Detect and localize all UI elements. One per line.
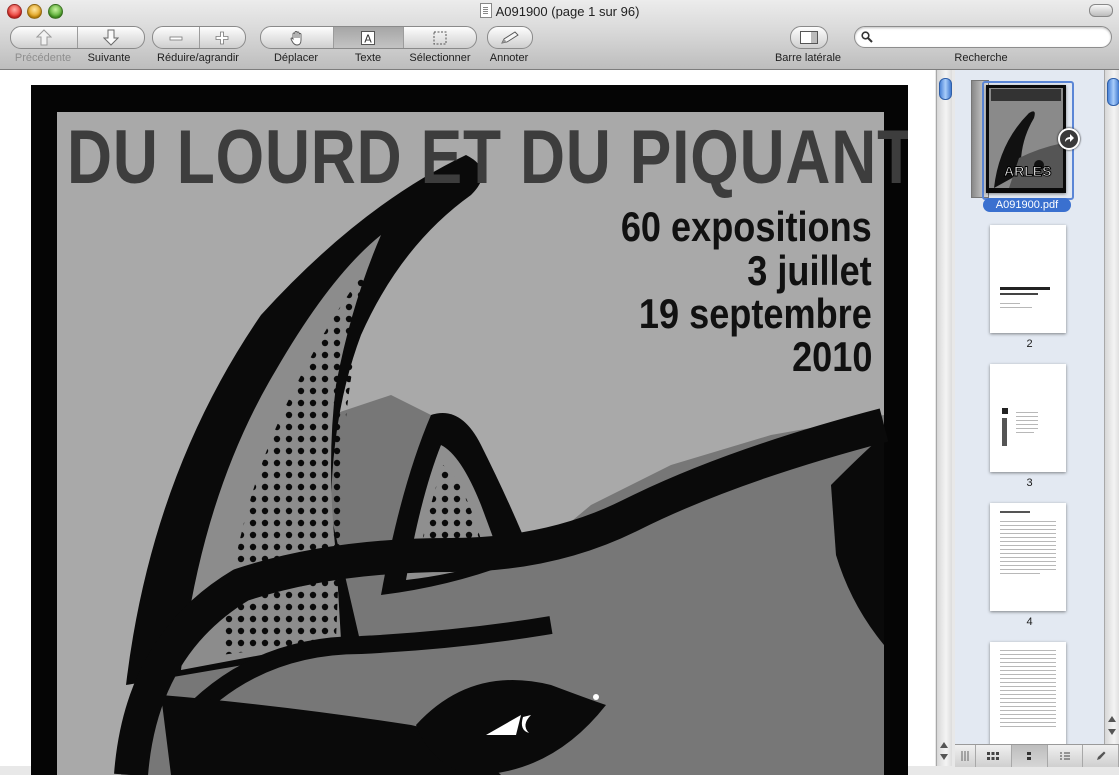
document-scrollbar[interactable] xyxy=(936,70,952,766)
thumbnail-page-1[interactable]: ARLES xyxy=(986,85,1066,193)
move-label: Déplacer xyxy=(273,52,319,64)
text-tool-button[interactable]: A xyxy=(332,27,404,48)
down-arrow-icon xyxy=(103,29,119,46)
grid-icon xyxy=(987,752,1000,760)
navigation-segment xyxy=(10,26,145,49)
pencil-icon xyxy=(501,30,519,44)
zoom-in-button[interactable] xyxy=(198,27,246,48)
zoom-segment xyxy=(152,26,246,49)
hand-icon xyxy=(290,30,302,45)
thumbnail-page-number: 4 xyxy=(1026,616,1033,628)
sidebar-scroll-down-icon[interactable] xyxy=(1108,729,1116,735)
annotate-button[interactable] xyxy=(487,26,533,49)
resize-grip-icon xyxy=(961,751,969,761)
poster-line-expositions: 60 expositions xyxy=(621,203,872,250)
sidebar-scroll-up-icon[interactable] xyxy=(1108,716,1116,722)
thumbnail-page-number: 3 xyxy=(1026,477,1033,489)
table-of-contents-view-button[interactable] xyxy=(1048,745,1084,767)
previous-label: Précédente xyxy=(14,52,72,64)
marquee-select-icon xyxy=(433,31,447,44)
next-label: Suivante xyxy=(87,52,131,64)
scroll-down-arrow-icon[interactable] xyxy=(940,754,948,760)
zoom-out-button[interactable] xyxy=(153,27,199,48)
thumbnail-brand-text: ARLES xyxy=(1003,163,1052,180)
sidebar-label: Barre latérale xyxy=(774,52,842,64)
window-title-area: A091900 (page 1 sur 96) xyxy=(0,3,1119,19)
thumbnails-icon xyxy=(1027,752,1032,760)
window-title: A091900 (page 1 sur 96) xyxy=(495,4,640,19)
sidebar-resize-handle[interactable] xyxy=(955,745,976,767)
up-arrow-icon xyxy=(36,29,52,46)
search-label: Recherche xyxy=(954,52,1008,64)
document-scroll-thumb[interactable] xyxy=(939,78,952,100)
thumbnail-page-5[interactable] xyxy=(990,642,1066,744)
thumbnail-poster-title-bar xyxy=(991,89,1061,101)
document-view[interactable]: DU LOURD ET DU PIQUANT 60 expositions 3 … xyxy=(0,70,935,775)
svg-text:A: A xyxy=(365,32,373,45)
next-page-button[interactable] xyxy=(77,27,144,48)
scroll-up-arrow-icon[interactable] xyxy=(940,742,948,748)
thumbnail-page-4[interactable] xyxy=(990,503,1066,611)
poster-line-end-date: 19 septembre xyxy=(639,290,872,337)
search-input[interactable] xyxy=(877,29,1106,46)
pdf-page-1: DU LOURD ET DU PIQUANT 60 expositions 3 … xyxy=(31,85,908,775)
previous-page-button[interactable] xyxy=(11,27,77,48)
poster-line-year: 2010 xyxy=(791,333,872,380)
list-icon xyxy=(1059,752,1070,760)
sidebar-view-bar xyxy=(955,744,1119,767)
sidebar-icon xyxy=(800,31,818,44)
selected-file-name: A091900.pdf xyxy=(983,198,1071,212)
move-tool-button[interactable] xyxy=(261,27,333,48)
select-label: Sélectionner xyxy=(409,52,471,64)
minus-icon xyxy=(169,36,183,40)
window-toolbar: A091900 (page 1 sur 96) Précédente Suiva… xyxy=(0,0,1119,70)
annotate-label: Annoter xyxy=(489,52,529,64)
sidebar-scroll-thumb[interactable] xyxy=(1107,78,1119,106)
thumbnail-view-button[interactable] xyxy=(1011,745,1048,767)
sidebar-toggle-button[interactable] xyxy=(790,26,828,49)
plus-icon xyxy=(215,31,229,44)
select-tool-button[interactable] xyxy=(403,27,476,48)
tool-mode-segment: A xyxy=(260,26,477,49)
poster-line-start-date: 3 juillet xyxy=(747,247,872,294)
annotations-view-button[interactable] xyxy=(1083,745,1119,767)
contact-sheet-view-button[interactable] xyxy=(976,745,1012,767)
thumbnail-sidebar: ARLES A091900.pdf 2 3 4 xyxy=(955,70,1104,744)
search-icon xyxy=(861,31,873,43)
pencil-small-icon xyxy=(1096,751,1106,760)
thumbnail-page-2[interactable] xyxy=(990,225,1066,333)
text-cursor-icon: A xyxy=(361,30,376,45)
search-field[interactable] xyxy=(854,26,1112,48)
sidebar-scrollbar[interactable] xyxy=(1104,70,1119,744)
thumbnail-page-number: 2 xyxy=(1026,338,1033,350)
thumbnail-page-3[interactable] xyxy=(990,364,1066,472)
zoom-label: Réduire/agrandir xyxy=(157,52,239,64)
share-arrow-icon[interactable] xyxy=(1058,128,1080,150)
poster-title: DU LOURD ET DU PIQUANT xyxy=(67,115,908,200)
toolbar-toggle-button[interactable] xyxy=(1089,4,1113,17)
pdf-document-icon xyxy=(479,3,492,18)
text-label: Texte xyxy=(354,52,382,64)
